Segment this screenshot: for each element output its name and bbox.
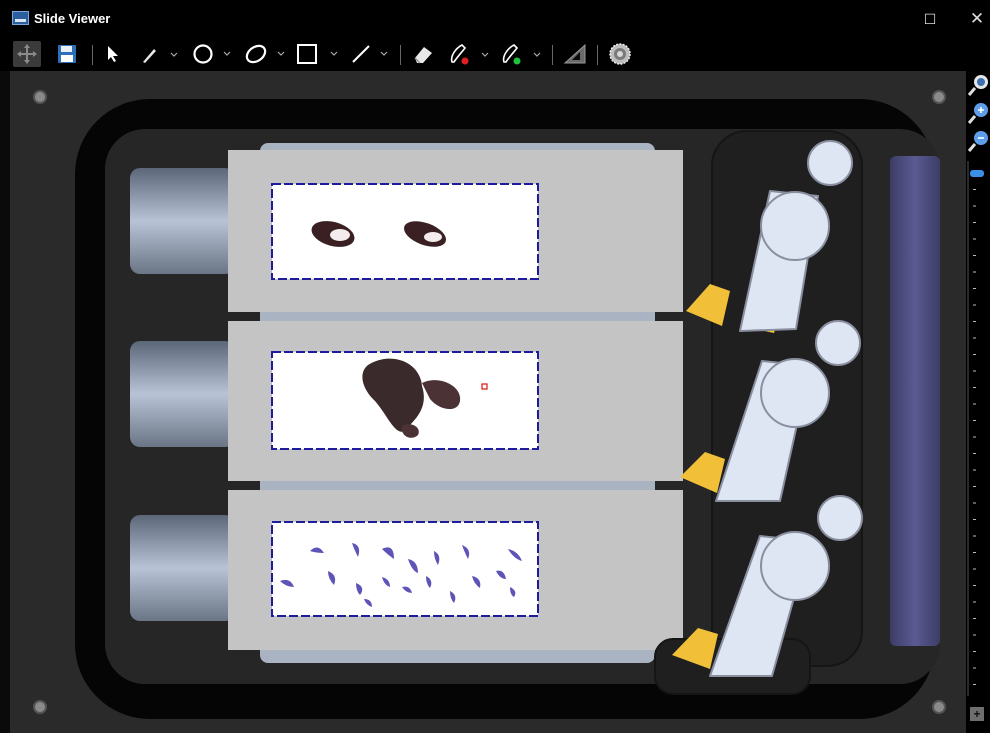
maximize-button[interactable]: ☐ xyxy=(910,7,950,31)
triangle-ruler-icon xyxy=(563,43,586,64)
move-arrows-icon xyxy=(17,44,37,64)
barrel-3 xyxy=(130,515,235,621)
screw-bottom-left xyxy=(33,700,47,714)
app-icon xyxy=(12,11,29,25)
gear-icon xyxy=(609,43,631,65)
brush-icon xyxy=(143,49,178,63)
slide-1[interactable] xyxy=(228,150,683,312)
floppy-disk-icon xyxy=(58,45,76,63)
toolbar-separator xyxy=(552,45,553,65)
cursor-arrow-icon xyxy=(108,46,118,62)
ellipse-icon xyxy=(245,44,285,64)
screw-top-right xyxy=(932,90,946,104)
measure-tool-button[interactable] xyxy=(561,41,589,67)
select-tool-button[interactable] xyxy=(104,41,122,67)
toolbar-separator xyxy=(597,45,598,65)
zoom-fit-button[interactable] xyxy=(966,73,990,99)
pen-green-icon xyxy=(502,44,541,65)
positive-pen-tool-button[interactable] xyxy=(500,41,546,67)
zoom-expand-button[interactable]: + xyxy=(970,707,984,721)
screw-top-left xyxy=(33,90,47,104)
tray-rail xyxy=(890,156,940,646)
ellipse-tool-button[interactable] xyxy=(244,41,288,67)
eraser-tool-button[interactable] xyxy=(409,41,437,67)
toolbar-separator xyxy=(92,45,93,65)
close-button[interactable]: ✕ xyxy=(957,7,990,31)
slide-viewer-window: Slide Viewer ☐ ✕ + xyxy=(0,0,990,733)
toolbar-separator xyxy=(400,45,401,65)
brush-tool-button[interactable] xyxy=(140,41,180,67)
save-tool-button[interactable] xyxy=(55,41,79,67)
negative-pen-tool-button[interactable] xyxy=(448,41,494,67)
line-tool-button[interactable] xyxy=(350,41,392,67)
zoom-slider-ticks xyxy=(967,161,976,696)
zoom-fit-icon xyxy=(967,75,988,96)
rectangle-tool-button[interactable] xyxy=(296,41,342,67)
barrel-2 xyxy=(130,341,235,447)
window-title: Slide Viewer xyxy=(34,11,111,26)
slide-3[interactable] xyxy=(228,490,683,650)
zoom-slider[interactable] xyxy=(966,161,990,701)
zoom-slider-thumb[interactable] xyxy=(970,170,984,177)
slide-2[interactable] xyxy=(228,321,683,481)
zoom-panel: + xyxy=(966,71,990,733)
zoom-out-button[interactable] xyxy=(966,129,990,155)
title-bar: Slide Viewer ☐ ✕ xyxy=(0,0,990,37)
zoom-in-icon xyxy=(967,103,988,124)
zoom-out-icon xyxy=(967,131,988,152)
pen-red-icon xyxy=(450,44,489,65)
zoom-in-button[interactable] xyxy=(966,101,990,127)
rectangle-icon xyxy=(297,44,338,64)
settings-tool-button[interactable] xyxy=(606,41,634,67)
slide-canvas[interactable] xyxy=(10,71,966,733)
line-icon xyxy=(352,45,388,63)
slide-tray-scene xyxy=(10,71,966,733)
barrel-1 xyxy=(130,168,235,274)
circle-icon xyxy=(193,44,231,64)
toolbar xyxy=(0,37,990,71)
eraser-icon xyxy=(414,47,432,64)
screw-bottom-right xyxy=(932,700,946,714)
pan-tool-button[interactable] xyxy=(13,41,41,67)
circle-tool-button[interactable] xyxy=(192,41,234,67)
